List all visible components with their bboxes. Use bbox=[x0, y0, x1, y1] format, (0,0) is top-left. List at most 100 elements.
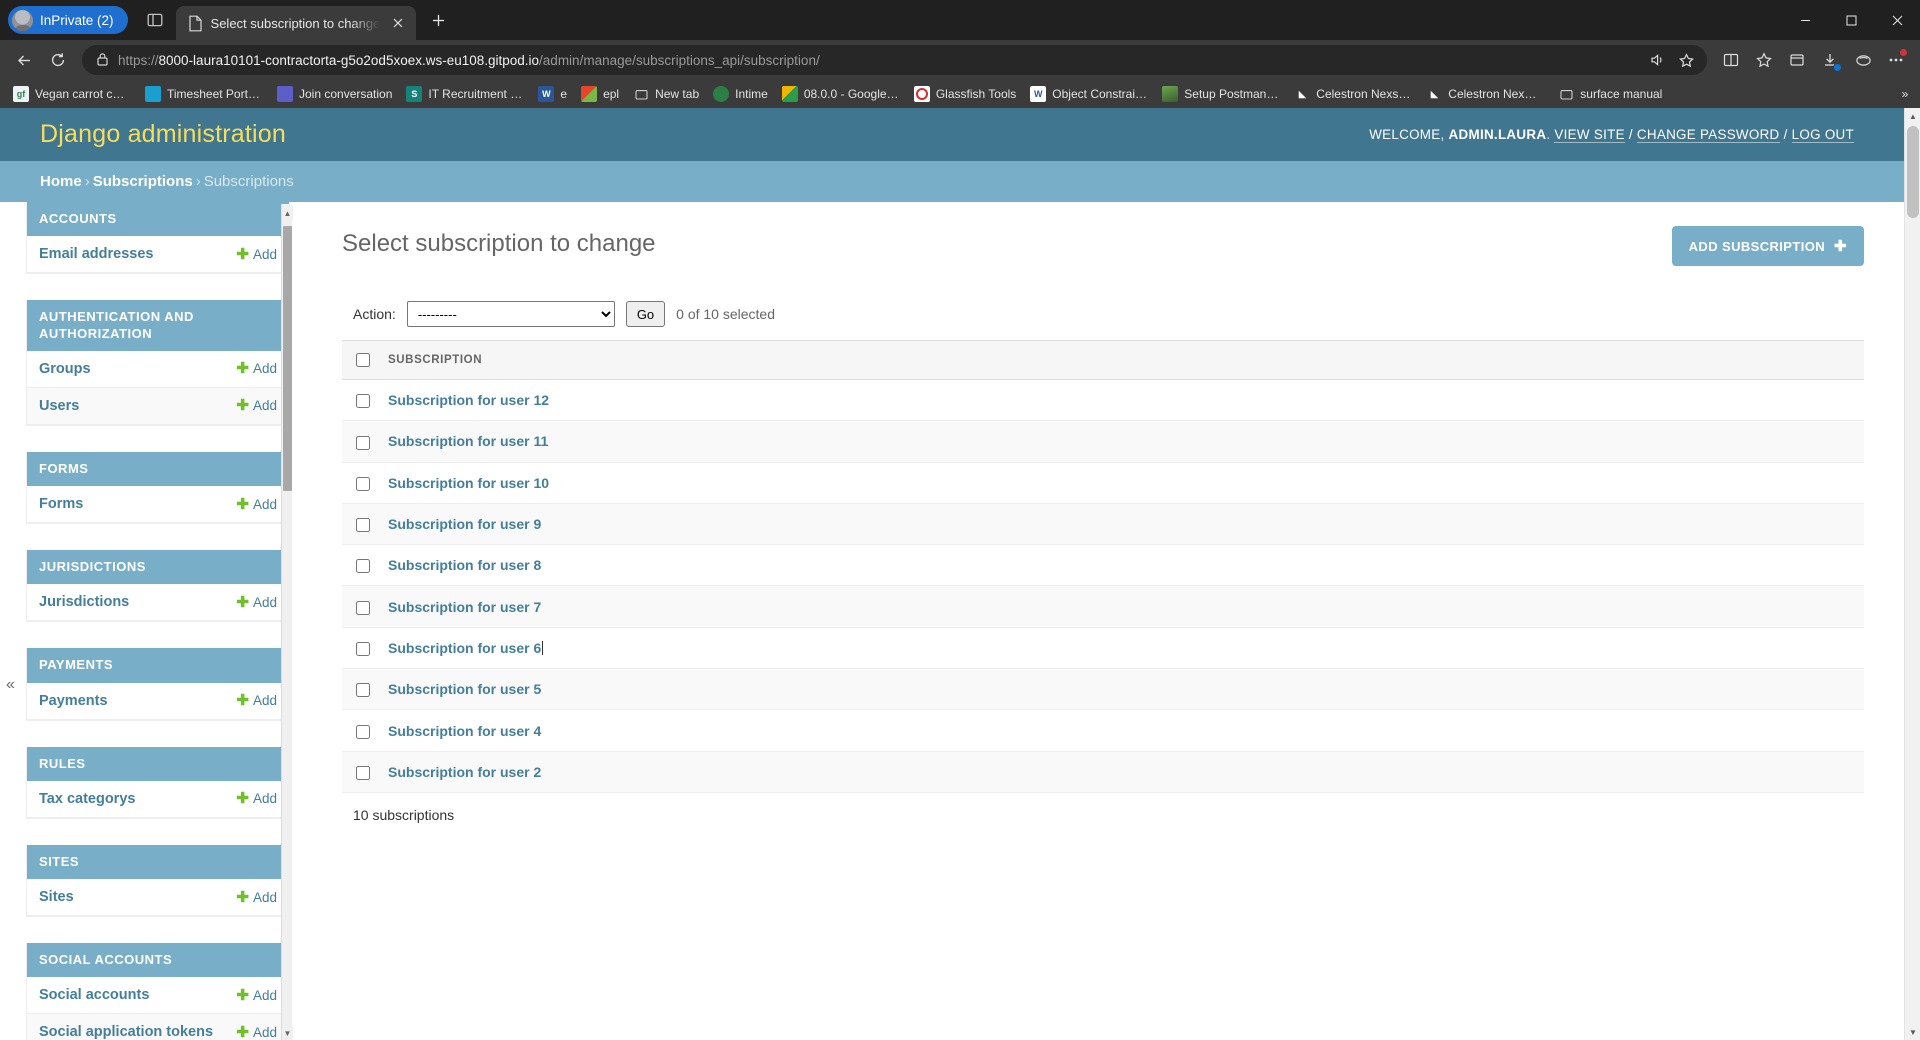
sidebar-model-link[interactable]: Payments bbox=[39, 693, 108, 709]
sidebar-caption[interactable]: ACCOUNTS bbox=[27, 202, 289, 237]
sidebar-item-payments[interactable]: Payments ✚ Add bbox=[27, 683, 289, 720]
add-subscription-button[interactable]: ADD SUBSCRIPTION ✚ bbox=[1671, 226, 1864, 266]
row-checkbox[interactable] bbox=[356, 435, 370, 450]
copilot-icon[interactable] bbox=[1847, 44, 1879, 76]
bookmark-item[interactable]: Glassfish Tools bbox=[907, 83, 1023, 105]
row-checkbox[interactable] bbox=[356, 559, 370, 574]
bookmark-item[interactable]: Setup Postman to c... bbox=[1155, 83, 1287, 105]
view-site-link[interactable]: VIEW SITE bbox=[1554, 127, 1625, 143]
page-scroll-down-icon[interactable]: ▼ bbox=[1905, 1024, 1920, 1040]
sidebar-item-users[interactable]: Users ✚ Add bbox=[27, 387, 289, 425]
sidebar-item-jurisdictions[interactable]: Jurisdictions ✚ Add bbox=[27, 584, 289, 622]
browser-tab-active[interactable]: Select subscription to change | D bbox=[175, 6, 416, 40]
sidebar-model-link[interactable]: Tax categorys bbox=[39, 791, 135, 807]
bookmarks-overflow-icon[interactable]: » bbox=[1894, 83, 1916, 105]
sidebar-collapse-toggle[interactable]: « bbox=[6, 676, 15, 694]
select-all-checkbox[interactable] bbox=[356, 353, 370, 367]
sidebar-caption[interactable]: RULES bbox=[27, 746, 289, 781]
row-checkbox[interactable] bbox=[356, 683, 370, 698]
sidebar-add-link[interactable]: ✚ Add bbox=[236, 497, 277, 512]
change-password-link[interactable]: CHANGE PASSWORD bbox=[1636, 127, 1780, 143]
window-close-button[interactable] bbox=[1874, 0, 1920, 40]
subscription-link[interactable]: Subscription for user 6 bbox=[388, 640, 541, 656]
subscription-link[interactable]: Subscription for user 11 bbox=[388, 433, 548, 449]
sidebar-model-link[interactable]: Forms bbox=[39, 496, 83, 512]
sidebar-caption[interactable]: PAYMENTS bbox=[27, 648, 289, 683]
table-row[interactable]: Subscription for user 12 bbox=[342, 379, 1864, 422]
sidebar-add-link[interactable]: ✚ Add bbox=[236, 693, 277, 708]
page-scroll-up-icon[interactable]: ▲ bbox=[1905, 108, 1920, 124]
log-out-link[interactable]: LOG OUT bbox=[1791, 127, 1854, 143]
table-row[interactable]: Subscription for user 5 bbox=[342, 668, 1864, 711]
sidebar-model-link[interactable]: Social accounts bbox=[39, 987, 149, 1003]
add-favorite-icon[interactable] bbox=[1673, 47, 1699, 73]
bookmark-item[interactable]: epl bbox=[574, 83, 626, 105]
sidebar-item-social-application-tokens[interactable]: Social application tokens ✚ Add bbox=[27, 1014, 289, 1040]
split-screen-icon[interactable] bbox=[1715, 44, 1747, 76]
bookmark-item[interactable]: Intime bbox=[706, 83, 775, 105]
subscription-link[interactable]: Subscription for user 4 bbox=[388, 723, 541, 739]
sidebar-scroll-down-icon[interactable]: ▼ bbox=[282, 1026, 293, 1040]
table-row[interactable]: Subscription for user 6 bbox=[342, 627, 1864, 670]
subscription-link[interactable]: Subscription for user 12 bbox=[388, 392, 549, 408]
sidebar-item-forms[interactable]: Forms ✚ Add bbox=[27, 486, 289, 523]
sidebar-model-link[interactable]: Email addresses bbox=[39, 246, 153, 262]
downloads-icon[interactable] bbox=[1814, 44, 1846, 76]
site-branding[interactable]: Django administration bbox=[40, 120, 286, 149]
action-select[interactable]: --------- Delete selected subscriptions bbox=[406, 301, 615, 327]
row-checkbox[interactable] bbox=[356, 642, 370, 657]
row-checkbox[interactable] bbox=[356, 394, 370, 409]
bookmark-item[interactable]: S IT Recruitment Plan... bbox=[399, 83, 531, 105]
breadcrumb-home-link[interactable]: Home bbox=[40, 173, 82, 190]
subscription-link[interactable]: Subscription for user 5 bbox=[388, 681, 541, 697]
breadcrumb-app-link[interactable]: Subscriptions bbox=[93, 173, 193, 190]
sidebar-item-email-addresses[interactable]: Email addresses ✚ Add bbox=[27, 236, 289, 274]
bookmark-item[interactable]: surface manual bbox=[1551, 83, 1669, 105]
tab-close-icon[interactable] bbox=[388, 13, 408, 33]
sidebar-model-link[interactable]: Sites bbox=[39, 889, 74, 905]
sidebar-model-link[interactable]: Jurisdictions bbox=[39, 594, 129, 610]
window-maximize-button[interactable] bbox=[1828, 0, 1874, 40]
table-row[interactable]: Subscription for user 2 bbox=[342, 751, 1864, 793]
bookmark-item[interactable]: ◣ Celestron Nexstar E... bbox=[1287, 83, 1419, 105]
sidebar-item-tax-categorys[interactable]: Tax categorys ✚ Add bbox=[27, 781, 289, 818]
sidebar-add-link[interactable]: ✚ Add bbox=[236, 247, 277, 262]
table-row[interactable]: Subscription for user 7 bbox=[342, 585, 1864, 628]
bookmark-item[interactable]: Join conversation bbox=[270, 83, 399, 105]
settings-and-more-icon[interactable] bbox=[1880, 44, 1912, 76]
sidebar-add-link[interactable]: ✚ Add bbox=[236, 398, 277, 413]
table-row[interactable]: Subscription for user 11 bbox=[342, 420, 1864, 463]
sidebar-item-social-accounts[interactable]: Social accounts ✚ Add bbox=[27, 977, 289, 1015]
subscription-link[interactable]: Subscription for user 9 bbox=[388, 516, 541, 532]
row-checkbox[interactable] bbox=[356, 518, 370, 533]
read-aloud-icon[interactable] bbox=[1645, 47, 1671, 73]
table-row[interactable]: Subscription for user 9 bbox=[342, 503, 1864, 546]
sidebar-model-link[interactable]: Users bbox=[39, 398, 79, 414]
bookmark-item[interactable]: gf Vegan carrot cake r... bbox=[6, 83, 138, 105]
sidebar-model-link[interactable]: Groups bbox=[39, 361, 91, 377]
sidebar-add-link[interactable]: ✚ Add bbox=[236, 361, 277, 376]
go-button[interactable]: Go bbox=[625, 301, 666, 327]
inprivate-profile-pill[interactable]: InPrivate (2) bbox=[8, 6, 128, 34]
table-row[interactable]: Subscription for user 10 bbox=[342, 462, 1864, 504]
row-checkbox[interactable] bbox=[356, 765, 370, 780]
table-row[interactable]: Subscription for user 4 bbox=[342, 709, 1864, 752]
row-checkbox[interactable] bbox=[356, 724, 370, 739]
bookmark-item[interactable]: 08.0.0 - Google Drive bbox=[775, 83, 907, 105]
bookmark-item[interactable]: W Object Constraint L... bbox=[1023, 83, 1155, 105]
favorites-icon[interactable] bbox=[1748, 44, 1780, 76]
column-header-subscription[interactable]: SUBSCRIPTION bbox=[378, 340, 1864, 380]
table-row[interactable]: Subscription for user 8 bbox=[342, 544, 1864, 587]
new-tab-button[interactable] bbox=[424, 5, 454, 35]
sidebar-add-link[interactable]: ✚ Add bbox=[236, 988, 277, 1003]
sidebar-model-link[interactable]: Social application tokens bbox=[39, 1024, 213, 1040]
subscription-link[interactable]: Subscription for user 2 bbox=[388, 764, 541, 780]
bookmark-item[interactable]: New tab bbox=[626, 83, 706, 105]
sidebar-add-link[interactable]: ✚ Add bbox=[236, 1025, 277, 1040]
sidebar-caption[interactable]: AUTHENTICATION AND AUTHORIZATION bbox=[27, 300, 289, 351]
subscription-link[interactable]: Subscription for user 10 bbox=[388, 475, 549, 491]
row-checkbox[interactable] bbox=[356, 476, 370, 491]
sidebar-add-link[interactable]: ✚ Add bbox=[236, 890, 277, 905]
bookmark-item[interactable]: ◣ Celestron NexStar E... bbox=[1419, 83, 1551, 105]
bookmark-item[interactable]: Timesheet Portal -... bbox=[138, 83, 270, 105]
